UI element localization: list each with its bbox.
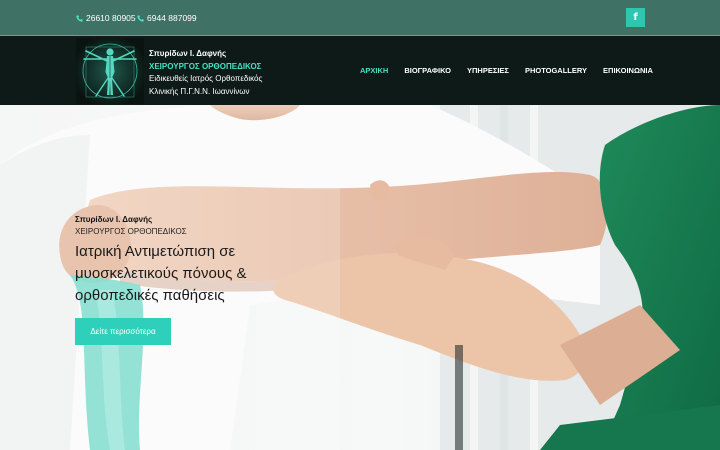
facebook-button[interactable]: f	[626, 8, 645, 27]
hero-heading-line-3: ορθοπεδικές παθήσεις	[75, 287, 225, 304]
see-more-button[interactable]: Δείτε περισσότερα	[75, 318, 171, 345]
phone-link-1[interactable]: 26610 80905	[76, 13, 136, 23]
site-logo[interactable]	[76, 38, 144, 104]
phone-number-1: 26610 80905	[86, 13, 136, 23]
site-header: Σπυρίδων Ι. Δαφνής ΧΕΙΡΟΥΡΓΟΣ ΟΡΘΟΠΕΔΙΚΟ…	[0, 36, 720, 105]
top-contact-bar: 26610 80905 6944 887099 f	[0, 0, 720, 36]
phone-number-2: 6944 887099	[147, 13, 197, 23]
hero-heading-line-1: Ιατρική Αντιμετώπιση σε	[75, 243, 236, 260]
facebook-icon: f	[633, 12, 638, 23]
nav-item-contact[interactable]: ΕΠΙΚΟΙΝΩΝΙΑ	[603, 66, 653, 75]
brand-block: Σπυρίδων Ι. Δαφνής ΧΕΙΡΟΥΡΓΟΣ ΟΡΘΟΠΕΔΙΚΟ…	[149, 48, 262, 98]
brand-title: ΧΕΙΡΟΥΡΓΟΣ ΟΡΘΟΠΕΔΙΚΟΣ	[149, 61, 262, 71]
vitruvian-man-icon	[76, 38, 144, 104]
phone-icon	[137, 14, 144, 22]
phone-link-2[interactable]: 6944 887099	[137, 13, 197, 23]
brand-subtitle-2: Κλινικής Π.Γ.Ν.Ν. Ιωαννίνων	[149, 86, 250, 96]
nav-item-home[interactable]: ΑΡΧΙΚΗ	[360, 66, 388, 75]
nav-item-biography[interactable]: ΒΙΟΓΡΑΦΙΚΟ	[404, 66, 451, 75]
phone-icon	[76, 14, 83, 22]
hero-section: Σπυρίδων Ι. Δαφνής ΧΕΙΡΟΥΡΓΟΣ ΟΡΘΟΠΕΔΙΚΟ…	[0, 105, 720, 450]
main-nav: ΑΡΧΙΚΗ ΒΙΟΓΡΑΦΙΚΟ ΥΠΗΡΕΣΙΕΣ PHOTOGALLERY…	[360, 66, 653, 75]
hero-copy: Σπυρίδων Ι. Δαφνής ΧΕΙΡΟΥΡΓΟΣ ΟΡΘΟΠΕΔΙΚΟ…	[75, 215, 335, 307]
nav-item-services[interactable]: ΥΠΗΡΕΣΙΕΣ	[467, 66, 509, 75]
hero-doctor-name: Σπυρίδων Ι. Δαφνής	[75, 215, 153, 224]
hero-doctor-role: ΧΕΙΡΟΥΡΓΟΣ ΟΡΘΟΠΕΔΙΚΟΣ	[75, 227, 187, 236]
brand-subtitle-1: Ειδικευθείς Ιατρός Ορθοπεδικός	[149, 74, 263, 83]
nav-item-photogallery[interactable]: PHOTOGALLERY	[525, 66, 587, 75]
hero-heading-line-2: μυοσκελετικούς πόνους &	[75, 265, 247, 282]
hero-heading: Ιατρική Αντιμετώπιση σε μυοσκελετικούς π…	[75, 241, 335, 307]
brand-name: Σπυρίδων Ι. Δαφνής	[149, 49, 227, 58]
